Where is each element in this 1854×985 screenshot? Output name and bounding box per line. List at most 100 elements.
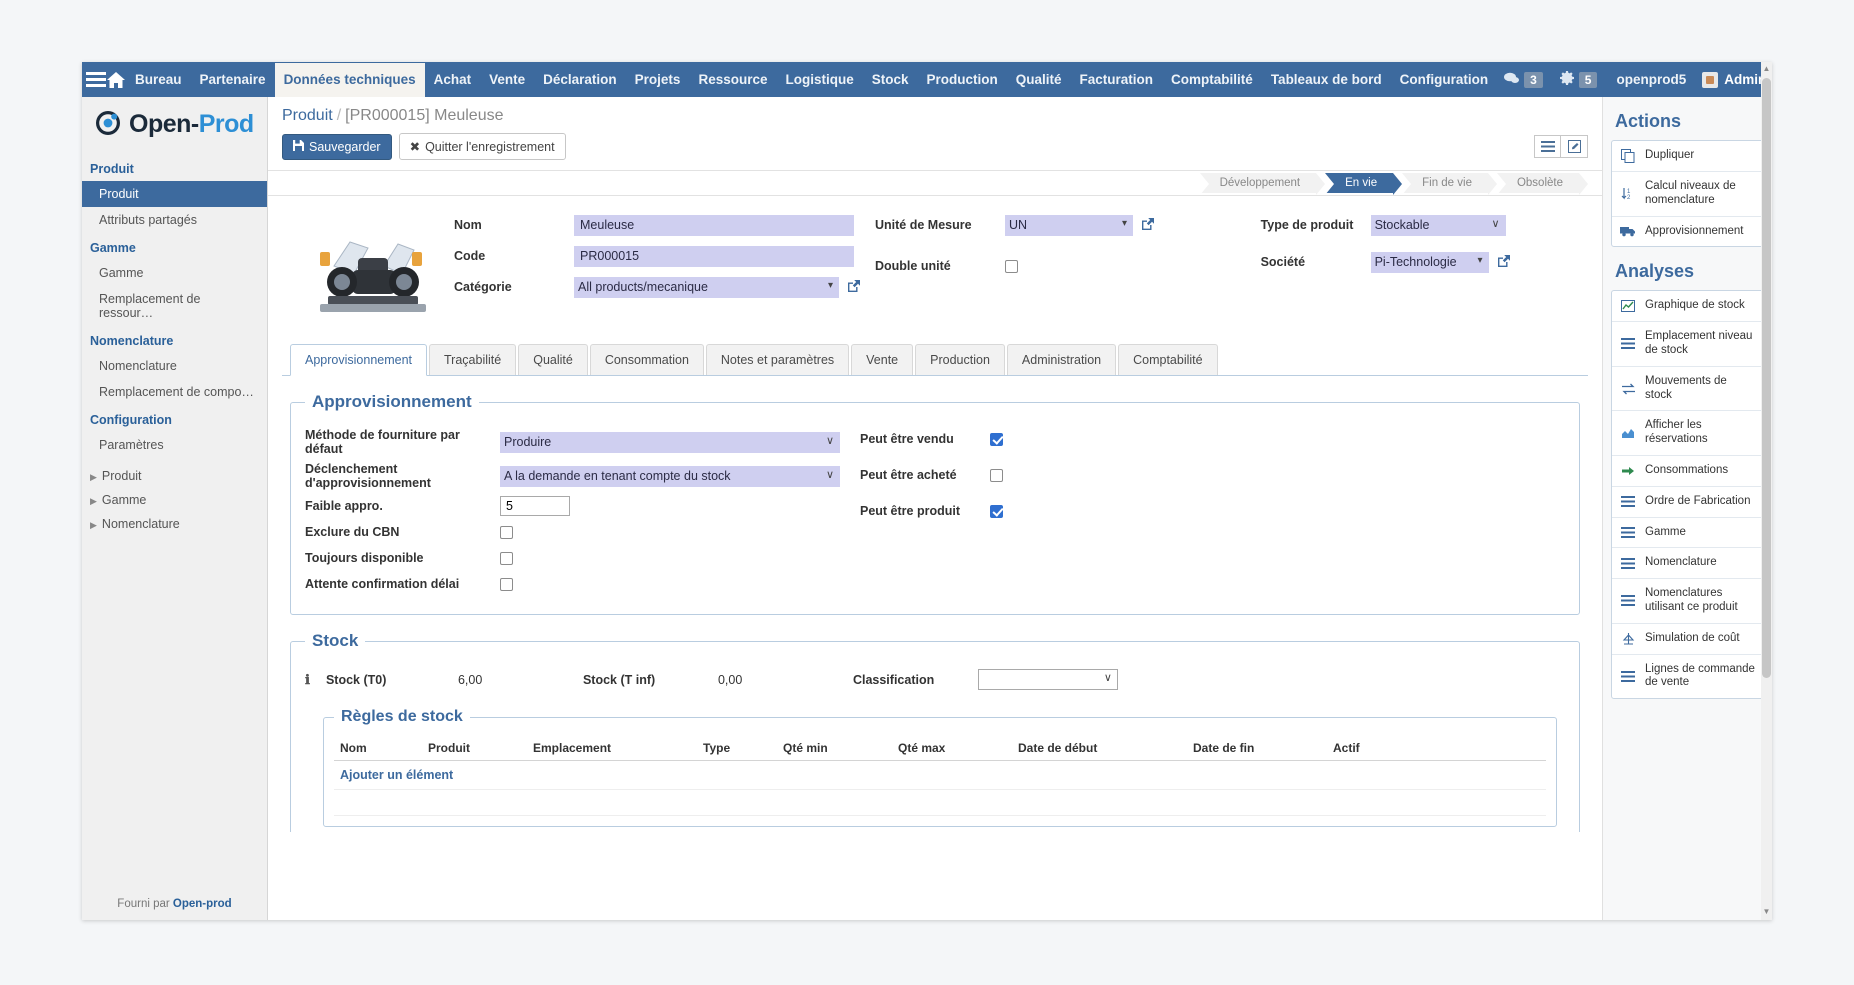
tab-production[interactable]: Production xyxy=(915,344,1005,375)
categorie-external-link-icon[interactable] xyxy=(847,279,861,296)
stock-section: Stock ℹ Stock (T0) 6,00 Stock (T inf) 0,… xyxy=(290,631,1580,832)
double-unite-checkbox[interactable] xyxy=(1005,260,1018,273)
peut-etre-vendu-checkbox[interactable] xyxy=(990,433,1003,446)
sidebar-item-produit[interactable]: Produit xyxy=(82,181,267,207)
nav-item-partenaire[interactable]: Partenaire xyxy=(191,63,275,97)
nav-item-achat[interactable]: Achat xyxy=(425,63,481,97)
analysis-simulation-de-cout[interactable]: Simulation de coût xyxy=(1612,624,1763,655)
tab-administration[interactable]: Administration xyxy=(1007,344,1116,375)
nav-item-configuration[interactable]: Configuration xyxy=(1391,63,1497,97)
status-step-developpement[interactable]: Développement xyxy=(1200,173,1317,193)
vertical-scrollbar[interactable]: ▲ ▼ xyxy=(1761,62,1772,920)
tab-vente[interactable]: Vente xyxy=(851,344,913,375)
tab-qualite[interactable]: Qualité xyxy=(518,344,588,375)
toujours-disponible-checkbox[interactable] xyxy=(500,552,513,565)
tab-approvisionnement[interactable]: Approvisionnement xyxy=(290,344,427,376)
nav-item-production[interactable]: Production xyxy=(918,63,1007,97)
nom-input[interactable] xyxy=(574,215,854,236)
status-step-fin-de-vie[interactable]: Fin de vie xyxy=(1402,173,1488,193)
methode-fourniture-select[interactable]: Produire xyxy=(500,432,840,453)
sidebar-item-remplacement-composant[interactable]: Remplacement de compo… xyxy=(82,379,267,405)
status-step-obsolete[interactable]: Obsolète xyxy=(1497,173,1579,193)
tab-consommation[interactable]: Consommation xyxy=(590,344,704,375)
nav-item-logistique[interactable]: Logistique xyxy=(777,63,863,97)
analysis-nomenclatures-utilisant-ce-produit[interactable]: Nomenclatures utilisant ce produit xyxy=(1612,579,1763,624)
footer-brand-link[interactable]: Open-prod xyxy=(173,898,232,910)
action-dupliquer[interactable]: Dupliquer xyxy=(1612,141,1763,172)
sidebar-item-attributs-partages[interactable]: Attributs partagés xyxy=(82,207,267,233)
add-line-link[interactable]: Ajouter un élément xyxy=(334,761,1546,790)
analysis-consommations[interactable]: Consommations xyxy=(1612,456,1763,487)
analysis-nomenclature[interactable]: Nomenclature xyxy=(1612,548,1763,579)
tab-tracabilite[interactable]: Traçabilité xyxy=(429,344,516,375)
nav-item-stock[interactable]: Stock xyxy=(863,63,918,97)
action-approvisionnement[interactable]: Approvisionnement xyxy=(1612,217,1763,247)
action-calcul-niveaux-nomenclature[interactable]: 12 Calcul niveaux de nomenclature xyxy=(1612,172,1763,217)
breadcrumb-separator: / xyxy=(337,107,341,124)
save-button[interactable]: Sauvegarder xyxy=(282,134,392,160)
action-label: Dupliquer xyxy=(1645,149,1694,163)
nav-item-projets[interactable]: Projets xyxy=(626,63,690,97)
code-input[interactable] xyxy=(574,246,854,267)
scroll-down-icon[interactable]: ▼ xyxy=(1762,907,1771,918)
sidebar-item-remplacement-ressource[interactable]: Remplacement de ressour… xyxy=(82,286,267,326)
menu-toggle-icon[interactable] xyxy=(86,72,106,87)
nav-item-facturation[interactable]: Facturation xyxy=(1071,63,1163,97)
info-icon[interactable]: ℹ xyxy=(305,672,310,688)
sidebar-item-parametres[interactable]: Paramètres xyxy=(82,432,267,458)
analysis-mouvements-de-stock[interactable]: Mouvements de stock xyxy=(1612,367,1763,412)
sidebar-item-nomenclature[interactable]: Nomenclature xyxy=(82,353,267,379)
discard-button[interactable]: ✖ Quitter l'enregistrement xyxy=(399,133,566,160)
nav-item-bureau[interactable]: Bureau xyxy=(126,63,191,97)
declenchement-select[interactable]: A la demande en tenant compte du stock xyxy=(500,466,840,487)
nav-item-tableaux-de-bord[interactable]: Tableaux de bord xyxy=(1262,63,1391,97)
home-icon[interactable] xyxy=(106,71,126,89)
exclure-cbn-checkbox[interactable] xyxy=(500,526,513,539)
scroll-up-icon[interactable]: ▲ xyxy=(1762,64,1771,75)
classification-select[interactable] xyxy=(978,669,1118,690)
peut-etre-produit-checkbox[interactable] xyxy=(990,505,1003,518)
sidebar-tree-item-nomenclature[interactable]: ▶Nomenclature xyxy=(82,512,267,536)
analysis-afficher-les-reservations[interactable]: Afficher les réservations xyxy=(1612,411,1763,456)
sidebar-item-gamme[interactable]: Gamme xyxy=(82,260,267,286)
nav-item-qualite[interactable]: Qualité xyxy=(1007,63,1071,97)
form-view-icon[interactable] xyxy=(1561,135,1588,158)
categorie-select[interactable]: All products/mecanique xyxy=(574,277,839,298)
nav-item-declaration[interactable]: Déclaration xyxy=(534,63,626,97)
nav-item-vente[interactable]: Vente xyxy=(480,63,534,97)
nav-item-ressource[interactable]: Ressource xyxy=(689,63,776,97)
settings-indicator[interactable]: 5 xyxy=(1553,71,1605,88)
add-line-row[interactable]: Ajouter un élément xyxy=(334,761,1546,790)
analysis-gamme[interactable]: Gamme xyxy=(1612,518,1763,549)
uom-external-link-icon[interactable] xyxy=(1141,217,1155,234)
analysis-ordre-de-fabrication[interactable]: Ordre de Fabrication xyxy=(1612,487,1763,518)
sidebar-tree-item-produit[interactable]: ▶Produit xyxy=(82,464,267,488)
field-faible-appro: Faible appro. xyxy=(305,496,850,516)
database-name[interactable]: openprod5 xyxy=(1607,63,1695,97)
nav-item-comptabilite[interactable]: Comptabilité xyxy=(1162,63,1262,97)
uom-select[interactable]: UN xyxy=(1005,215,1133,236)
tab-notes-et-parametres[interactable]: Notes et paramètres xyxy=(706,344,849,375)
status-step-en-vie[interactable]: En vie xyxy=(1325,173,1393,193)
attente-confirmation-checkbox[interactable] xyxy=(500,578,513,591)
type-produit-select[interactable]: Stockable xyxy=(1371,215,1506,236)
peut-etre-produit-label: Peut être produit xyxy=(860,504,990,518)
analysis-emplacement-niveau-de-stock[interactable]: Emplacement niveau de stock xyxy=(1612,322,1763,367)
peut-etre-achete-checkbox[interactable] xyxy=(990,469,1003,482)
messages-indicator[interactable]: 3 xyxy=(1497,72,1550,88)
analysis-lignes-de-commande-de-vente[interactable]: Lignes de commande de vente xyxy=(1612,655,1763,699)
analysis-graphique-de-stock[interactable]: Graphique de stock xyxy=(1612,291,1763,322)
svg-text:2: 2 xyxy=(1627,195,1631,201)
breadcrumb-root[interactable]: Produit xyxy=(282,107,333,124)
societe-select[interactable]: Pi-Technologie xyxy=(1371,252,1489,273)
sidebar-tree-item-gamme[interactable]: ▶Gamme xyxy=(82,488,267,512)
sidebar-footer: Fourni par Open-prod xyxy=(82,898,267,910)
nav-item-donnees-techniques[interactable]: Données techniques xyxy=(275,63,425,97)
field-methode-fourniture: Méthode de fourniture par défaut Produir… xyxy=(305,428,850,456)
societe-external-link-icon[interactable] xyxy=(1497,254,1511,271)
topnav-right-group: 3 5 openprod5 Administrator ▾ xyxy=(1497,63,1772,97)
tab-comptabilite[interactable]: Comptabilité xyxy=(1118,344,1217,375)
list-view-icon[interactable] xyxy=(1534,135,1561,158)
scrollbar-thumb[interactable] xyxy=(1762,78,1771,678)
faible-appro-input[interactable] xyxy=(500,496,570,516)
